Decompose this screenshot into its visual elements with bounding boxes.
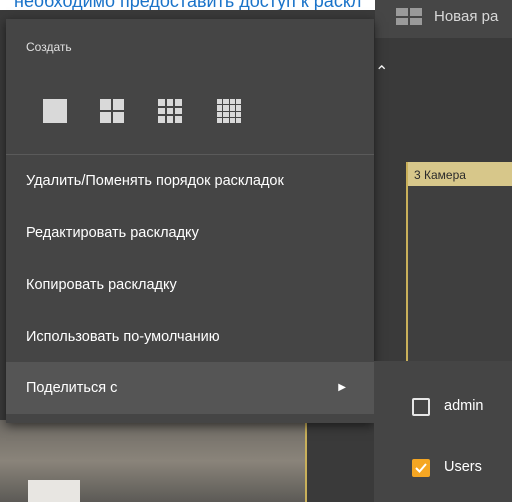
video-preview-highlight (28, 480, 80, 502)
layout-name[interactable]: Новая ра (434, 8, 498, 25)
menu-item-edit-layout[interactable]: Редактировать раскладку (6, 207, 374, 259)
checkmark-icon (415, 463, 427, 473)
top-banner-text: необходимо предоставить доступ к раскл (14, 0, 362, 10)
menu-item-share-with[interactable]: Поделиться с ▶ (6, 362, 374, 414)
checkbox-users[interactable] (412, 459, 430, 477)
share-option-label: admin (444, 398, 484, 414)
grid-4x4-icon[interactable] (217, 99, 241, 123)
menu-item-share-label: Поделиться с (26, 380, 118, 396)
share-option-users[interactable]: Users (374, 449, 512, 489)
camera-title: 3 Камера (408, 162, 512, 186)
menu-item-delete-reorder[interactable]: Удалить/Поменять порядок раскладок (6, 155, 374, 207)
grid-2x2-icon[interactable] (100, 99, 124, 123)
layout-context-menu: Создать Удалить/Поменять порядок расклад… (6, 19, 374, 423)
share-option-label: Users (444, 459, 482, 475)
caret-right-icon: ▶ (338, 382, 346, 393)
grid-1x1-icon[interactable] (43, 99, 67, 123)
share-option-admin[interactable]: admin (374, 388, 512, 428)
menu-header: Создать (26, 40, 72, 54)
menu-item-copy-layout[interactable]: Копировать раскладку (6, 259, 374, 311)
menu-item-set-default[interactable]: Использовать по-умолчанию (6, 311, 374, 363)
checkbox-admin[interactable] (412, 398, 430, 416)
layout-grid-icon[interactable] (396, 8, 422, 25)
share-submenu: admin Users (374, 361, 512, 502)
grid-3x3-icon[interactable] (158, 99, 182, 123)
chevron-up-icon[interactable]: ⌃ (375, 62, 388, 82)
